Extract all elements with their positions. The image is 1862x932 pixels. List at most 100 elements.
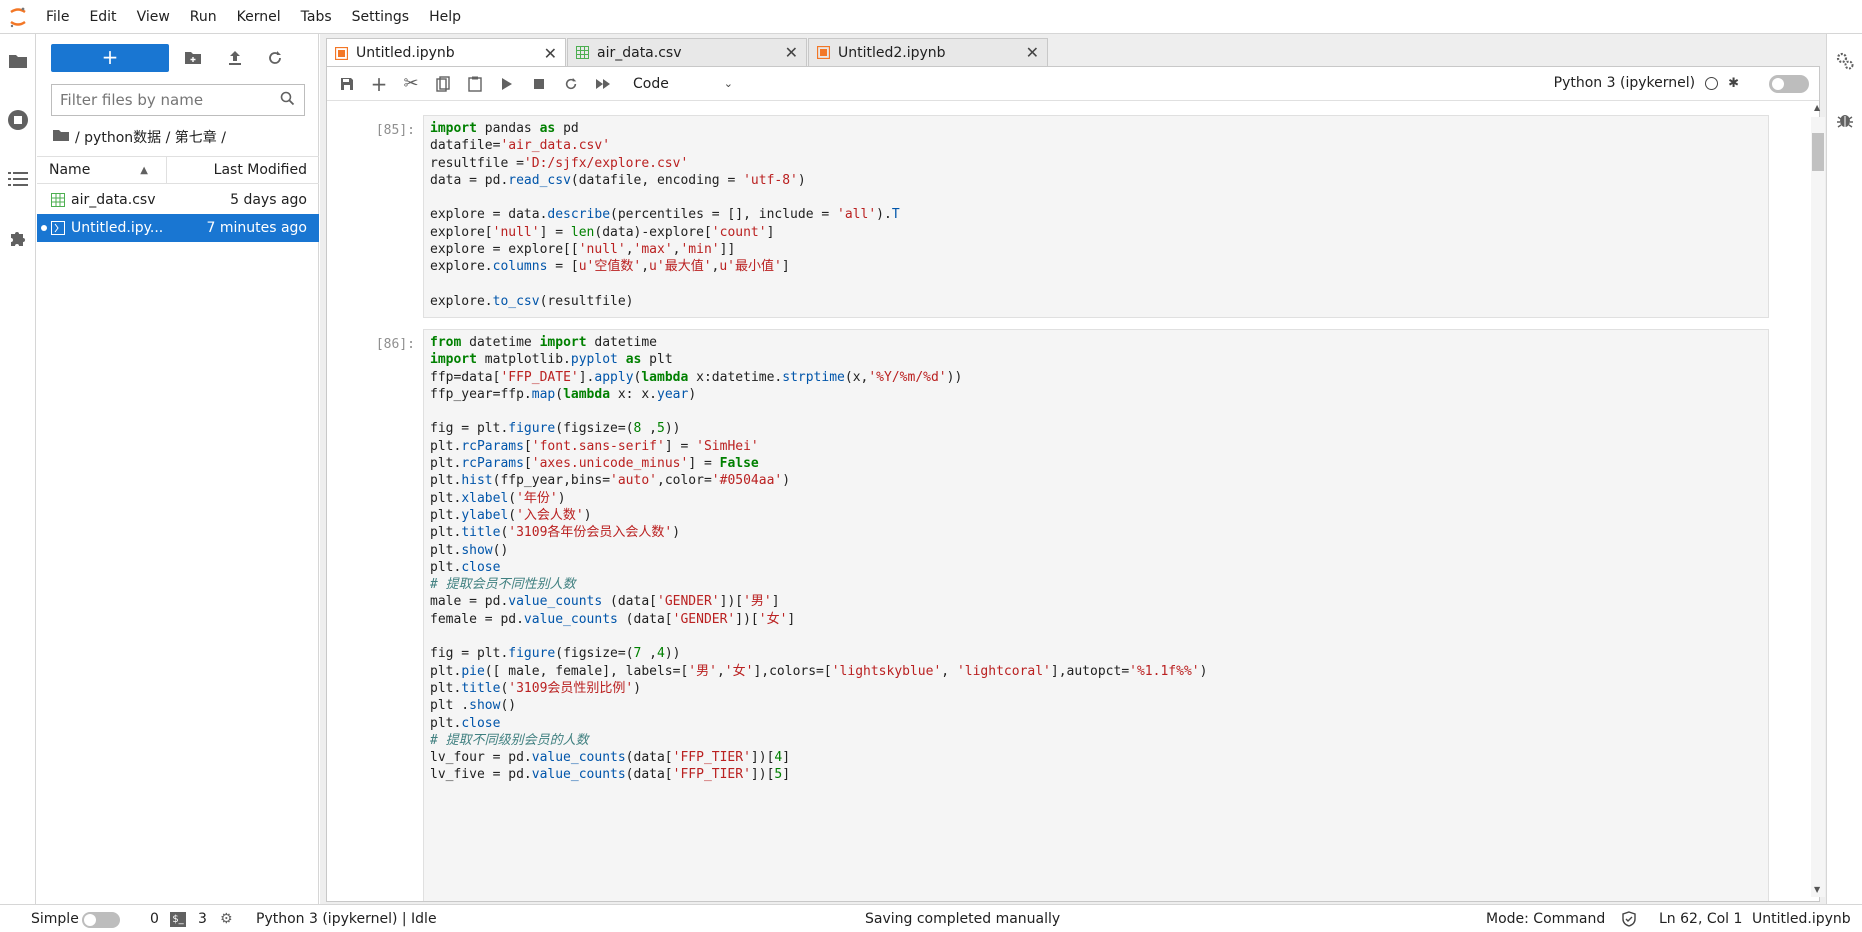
fast-forward-icon[interactable] bbox=[587, 70, 619, 98]
csv-icon bbox=[576, 46, 589, 59]
terminal-icon[interactable]: $_ bbox=[170, 912, 186, 927]
file-filter bbox=[51, 84, 305, 116]
breadcrumb-path[interactable]: / python数据 / 第七章 / bbox=[75, 127, 226, 147]
file-modified: 7 minutes ago bbox=[206, 220, 307, 236]
menu-help[interactable]: Help bbox=[419, 0, 471, 34]
save-icon[interactable] bbox=[331, 70, 363, 98]
restart-icon[interactable] bbox=[555, 70, 587, 98]
cell-type-value: Code bbox=[633, 75, 669, 92]
kernel-idle-icon bbox=[1705, 76, 1719, 90]
document-tabs: Untitled.ipynb ✕ air_data.csv ✕ Untitled… bbox=[326, 38, 1049, 67]
kernel-state[interactable]: Python 3 (ipykernel) | Idle bbox=[256, 911, 437, 927]
column-name[interactable]: Name ▲ bbox=[37, 157, 167, 183]
copy-icon[interactable] bbox=[427, 70, 459, 98]
debugger-icon[interactable] bbox=[1832, 107, 1858, 133]
cell-prompt: [86]: bbox=[375, 337, 415, 352]
file-name: Untitled.ipy... bbox=[71, 220, 164, 236]
code-cell[interactable]: [85]: import pandas as pd datafile='air_… bbox=[327, 115, 1797, 320]
scroll-thumb[interactable] bbox=[1812, 133, 1824, 171]
tab-label: Untitled2.ipynb bbox=[838, 44, 946, 61]
property-inspector-icon[interactable] bbox=[1832, 48, 1858, 74]
debugger-toggle[interactable] bbox=[1769, 75, 1809, 93]
menu-view[interactable]: View bbox=[127, 0, 180, 34]
scrollbar[interactable]: ▲ ▼ bbox=[1811, 103, 1825, 897]
close-icon[interactable]: ✕ bbox=[785, 43, 798, 62]
bug-icon[interactable]: ✱ bbox=[1728, 76, 1739, 91]
column-last-modified[interactable]: Last Modified bbox=[167, 162, 319, 178]
kernel-name: Python 3 (ipykernel) bbox=[1553, 75, 1696, 91]
home-folder-icon[interactable] bbox=[53, 129, 69, 145]
refresh-icon[interactable] bbox=[263, 46, 287, 70]
menu-file[interactable]: File bbox=[36, 0, 79, 34]
cell-prompt: [85]: bbox=[375, 123, 415, 138]
file-list-header: Name ▲ Last Modified bbox=[37, 156, 319, 184]
notebook-icon bbox=[51, 221, 65, 235]
right-sidebar bbox=[1826, 34, 1862, 904]
kernel-status[interactable]: Python 3 (ipykernel) ✱ bbox=[1554, 75, 1739, 91]
cut-icon[interactable]: ✂ bbox=[395, 70, 427, 98]
file-modified: 5 days ago bbox=[230, 192, 307, 208]
scroll-up-icon[interactable]: ▲ bbox=[1814, 103, 1820, 112]
code-editor[interactable]: import pandas as pd datafile='air_data.c… bbox=[423, 115, 1769, 318]
terminal-count: 0 bbox=[150, 911, 159, 927]
status-message: Saving completed manually bbox=[865, 911, 1061, 927]
notebook-icon bbox=[817, 46, 830, 59]
insert-cell-icon[interactable]: + bbox=[363, 70, 395, 98]
column-name-label: Name bbox=[49, 162, 91, 178]
left-sidebar bbox=[0, 34, 36, 904]
close-icon[interactable]: ✕ bbox=[1026, 43, 1039, 62]
extension-icon[interactable] bbox=[5, 225, 31, 251]
filter-input[interactable] bbox=[52, 86, 272, 114]
notebook-panel: + ✂ Code ⌄ Python 3 (ipykernel) ✱ [85]: … bbox=[326, 66, 1825, 902]
tab-label: Untitled.ipynb bbox=[356, 45, 455, 61]
upload-icon[interactable] bbox=[223, 46, 247, 70]
chevron-down-icon: ⌄ bbox=[723, 77, 733, 90]
file-row[interactable]: air_data.csv 5 days ago bbox=[37, 186, 319, 214]
file-row-selected[interactable]: Untitled.ipy... 7 minutes ago bbox=[37, 214, 319, 242]
code-editor[interactable]: from datetime import datetime import mat… bbox=[423, 329, 1769, 901]
close-icon[interactable]: ✕ bbox=[544, 44, 557, 63]
tab-untitled2-ipynb[interactable]: Untitled2.ipynb ✕ bbox=[808, 38, 1048, 66]
current-filename: Untitled.ipynb bbox=[1752, 911, 1851, 927]
tab-air-data-csv[interactable]: air_data.csv ✕ bbox=[567, 38, 807, 66]
table-of-contents-icon[interactable] bbox=[5, 166, 31, 192]
new-launcher-button[interactable]: + bbox=[51, 44, 169, 72]
sort-up-icon: ▲ bbox=[140, 164, 148, 176]
kernel-chip-icon[interactable]: ⚙ bbox=[220, 911, 233, 927]
file-name: air_data.csv bbox=[71, 192, 156, 208]
search-icon bbox=[280, 91, 295, 110]
shield-icon[interactable] bbox=[1622, 911, 1636, 931]
kernel-count: 3 bbox=[198, 911, 207, 927]
menu-tabs[interactable]: Tabs bbox=[291, 0, 342, 34]
command-mode: Mode: Command bbox=[1486, 911, 1606, 927]
notebook-icon bbox=[335, 46, 348, 60]
simple-mode-toggle[interactable] bbox=[82, 912, 120, 928]
csv-icon bbox=[51, 193, 65, 207]
tab-untitled-ipynb[interactable]: Untitled.ipynb ✕ bbox=[326, 38, 566, 67]
cursor-position[interactable]: Ln 62, Col 1 bbox=[1659, 911, 1742, 927]
notebook-cells: [85]: import pandas as pd datafile='air_… bbox=[327, 101, 1819, 901]
running-dot-icon bbox=[41, 225, 47, 231]
folder-icon[interactable] bbox=[5, 48, 31, 74]
run-icon[interactable] bbox=[491, 70, 523, 98]
menu-settings[interactable]: Settings bbox=[342, 0, 419, 34]
tab-label: air_data.csv bbox=[597, 44, 682, 61]
jupyter-logo-icon[interactable] bbox=[0, 0, 36, 34]
breadcrumb: / python数据 / 第七章 / bbox=[53, 126, 226, 148]
status-bar: Simple 0 $_ 3 ⚙ Python 3 (ipykernel) | I… bbox=[0, 904, 1862, 932]
new-folder-icon[interactable] bbox=[181, 46, 205, 70]
menu-run[interactable]: Run bbox=[180, 0, 227, 34]
file-browser: + / python数据 / 第七章 / Name ▲ Last Modifie… bbox=[37, 34, 319, 904]
scroll-down-icon[interactable]: ▼ bbox=[1814, 885, 1820, 894]
simple-mode-label: Simple bbox=[31, 911, 79, 927]
paste-icon[interactable] bbox=[459, 70, 491, 98]
notebook-toolbar: + ✂ Code ⌄ Python 3 (ipykernel) ✱ bbox=[327, 67, 1819, 101]
menu-bar: File Edit View Run Kernel Tabs Settings … bbox=[0, 0, 1862, 34]
menu-edit[interactable]: Edit bbox=[79, 0, 126, 34]
cell-type-select[interactable]: Code ⌄ bbox=[633, 76, 733, 92]
main-area: Untitled.ipynb ✕ air_data.csv ✕ Untitled… bbox=[320, 34, 1826, 904]
menu-kernel[interactable]: Kernel bbox=[227, 0, 291, 34]
running-icon[interactable] bbox=[5, 107, 31, 133]
code-cell[interactable]: [86]: from datetime import datetime impo… bbox=[327, 329, 1797, 901]
stop-icon[interactable] bbox=[523, 70, 555, 98]
